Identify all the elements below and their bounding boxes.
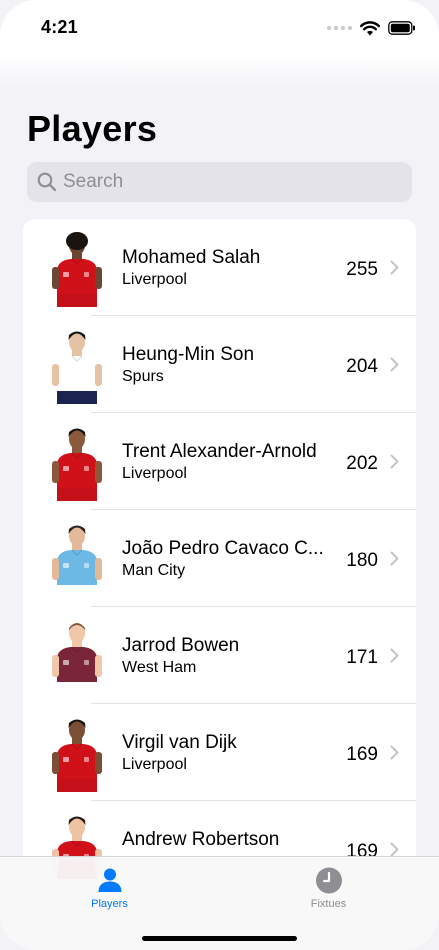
player-row[interactable]: Jarrod Bowen West Ham 171 <box>23 607 416 704</box>
player-row[interactable]: Heung-Min Son Spurs 204 <box>23 316 416 413</box>
player-name: Andrew Robertson <box>122 829 280 850</box>
app-screen: 4:21 Players Mohamed Salah Liverpool 255 He… <box>0 0 439 950</box>
wifi-icon <box>360 20 380 35</box>
player-points: 171 <box>346 647 378 668</box>
page-title: Players <box>27 108 158 149</box>
chevron-right-icon <box>390 551 399 566</box>
clock-icon <box>315 867 342 894</box>
player-photo <box>52 232 102 307</box>
tab-players-label: Players <box>91 898 128 910</box>
player-row[interactable]: Trent Alexander-Arnold Liverpool 202 <box>23 413 416 510</box>
status-time: 4:21 <box>41 17 78 37</box>
player-row[interactable]: Mohamed Salah Liverpool 255 <box>23 219 416 316</box>
search-input[interactable] <box>63 171 383 193</box>
player-row[interactable]: João Pedro Cavaco C... Man City 180 <box>23 510 416 607</box>
chevron-right-icon <box>390 357 399 372</box>
player-team: Liverpool <box>122 465 187 482</box>
player-photo <box>52 525 102 598</box>
chevron-right-icon <box>390 745 399 760</box>
display-notch <box>127 0 312 38</box>
player-name: Mohamed Salah <box>122 247 261 268</box>
player-name: Trent Alexander-Arnold <box>122 441 317 462</box>
player-photo <box>52 623 102 695</box>
player-row[interactable]: Virgil van Dijk Liverpool 169 <box>23 704 416 801</box>
player-team: Man City <box>122 562 186 579</box>
tab-fixtures-label: Fixtues <box>310 898 347 910</box>
player-photo <box>52 331 102 404</box>
player-name: Heung-Min Son <box>122 344 255 365</box>
player-team: West Ham <box>122 659 197 676</box>
chevron-right-icon <box>390 842 399 857</box>
chevron-right-icon <box>390 648 399 663</box>
player-photo <box>52 719 102 792</box>
player-team: Liverpool <box>122 271 187 288</box>
player-points: 169 <box>346 744 378 765</box>
player-name: João Pedro Cavaco C... <box>122 538 324 559</box>
status-icons <box>327 18 416 38</box>
player-name: Virgil van Dijk <box>122 732 237 753</box>
header-background <box>0 54 439 94</box>
home-indicator <box>142 936 297 941</box>
player-team: Liverpool <box>122 756 187 773</box>
players-list: Mohamed Salah Liverpool 255 Heung-Min Son Sp… <box>23 219 416 879</box>
player-points: 255 <box>346 259 378 280</box>
player-name: Jarrod Bowen <box>122 635 240 656</box>
search-bar[interactable] <box>27 162 412 202</box>
person-icon <box>98 868 121 892</box>
player-photo <box>52 428 102 501</box>
battery-icon <box>388 21 415 35</box>
search-icon <box>37 172 57 192</box>
chevron-right-icon <box>390 454 399 469</box>
player-points: 204 <box>346 356 378 377</box>
tab-players[interactable]: Players <box>0 857 219 917</box>
player-points: 202 <box>346 453 378 474</box>
player-points: 180 <box>346 550 378 571</box>
chevron-right-icon <box>390 260 399 275</box>
tab-fixtures[interactable]: Fixtues <box>219 857 438 917</box>
player-team: Spurs <box>122 368 164 385</box>
cellular-signal-icon <box>327 26 352 30</box>
